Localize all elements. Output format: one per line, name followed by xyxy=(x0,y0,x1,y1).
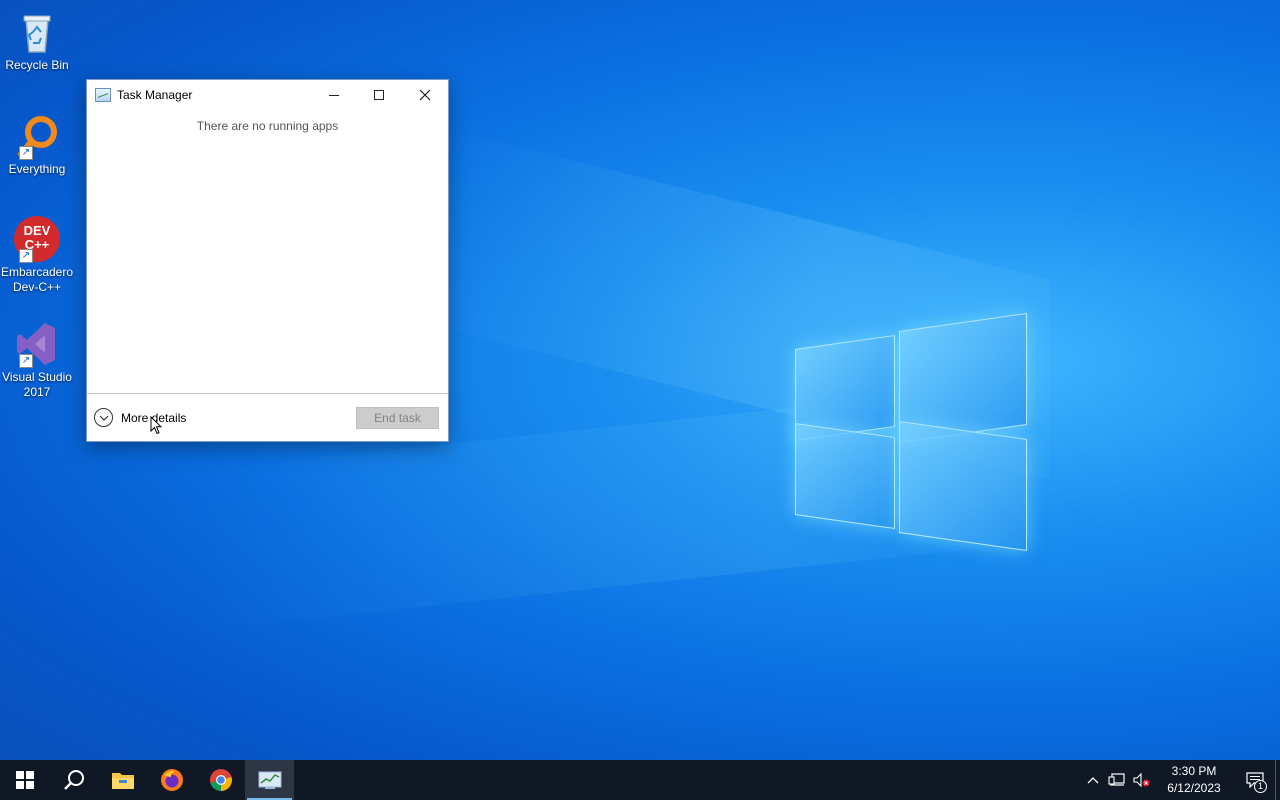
show-hidden-icons-button[interactable] xyxy=(1081,760,1105,800)
file-explorer-button[interactable] xyxy=(98,760,147,800)
taskbar: 3:30 PM 6/12/2023 1 xyxy=(0,760,1280,800)
folder-icon xyxy=(111,773,134,789)
desktop-icon-visual-studio[interactable]: ↗ Visual Studio 2017 xyxy=(0,320,74,400)
windows-start-icon xyxy=(15,771,34,789)
windows-logo-wallpaper xyxy=(795,308,1030,551)
app-list-area: There are no running apps xyxy=(87,110,448,394)
minimize-button[interactable] xyxy=(311,80,357,110)
action-center-button[interactable]: 1 xyxy=(1235,760,1275,800)
volume-muted-icon xyxy=(1133,772,1150,788)
system-tray: 3:30 PM 6/12/2023 1 xyxy=(1081,760,1280,800)
close-icon xyxy=(419,89,431,101)
clock-date: 6/12/2023 xyxy=(1167,781,1221,795)
chevron-down-icon xyxy=(94,408,113,427)
task-manager-icon xyxy=(258,771,281,789)
desktop-icon-everything[interactable]: ↗ Everything xyxy=(0,112,74,177)
window-title: Task Manager xyxy=(117,88,193,102)
shortcut-arrow-icon: ↗ xyxy=(19,354,33,368)
search-icon xyxy=(63,770,84,790)
recycle-bin-icon xyxy=(13,8,61,56)
clock[interactable]: 3:30 PM 6/12/2023 xyxy=(1159,763,1229,797)
task-manager-icon xyxy=(95,88,111,102)
desktop-icon-recycle-bin[interactable]: Recycle Bin xyxy=(0,8,74,73)
network-button[interactable] xyxy=(1105,760,1129,800)
search-button[interactable] xyxy=(49,760,98,800)
volume-button[interactable] xyxy=(1129,760,1153,800)
end-task-button[interactable]: End task xyxy=(356,407,439,429)
close-button[interactable] xyxy=(402,80,448,110)
mouse-cursor-icon xyxy=(150,416,162,435)
desktop-icon-label: Visual Studio 2017 xyxy=(2,370,72,399)
everything-search-icon: ↗ xyxy=(13,112,61,160)
dev-cpp-icon: DEV C++ ↗ xyxy=(13,215,61,263)
shortcut-arrow-icon: ↗ xyxy=(19,249,33,263)
network-icon xyxy=(1108,773,1125,786)
desktop-icon-label: Embarcadero Dev-C++ xyxy=(0,265,74,294)
desktop-icon-dev-cpp[interactable]: DEV C++ ↗ Embarcadero Dev-C++ xyxy=(0,215,74,295)
dev-cpp-icon-text: DEV C++ xyxy=(23,223,51,252)
notification-badge: 1 xyxy=(1254,780,1267,793)
shortcut-arrow-icon: ↗ xyxy=(19,146,33,160)
chevron-up-icon xyxy=(1087,777,1099,784)
visual-studio-icon: ↗ xyxy=(13,320,61,368)
desktop-icon-label: Recycle Bin xyxy=(5,58,69,72)
more-details-button[interactable]: More details xyxy=(94,408,186,427)
task-manager-window[interactable]: Task Manager There are no running apps M… xyxy=(86,79,449,442)
footer-bar: More details End task xyxy=(87,393,448,441)
firefox-button[interactable] xyxy=(147,760,196,800)
title-bar[interactable]: Task Manager xyxy=(87,80,448,110)
firefox-icon xyxy=(160,769,183,791)
chrome-icon xyxy=(209,769,232,791)
minimize-icon xyxy=(329,94,339,96)
task-manager-taskbar-button[interactable] xyxy=(245,760,294,800)
chrome-button[interactable] xyxy=(196,760,245,800)
show-desktop-button[interactable] xyxy=(1275,760,1280,800)
desktop-icon-label: Everything xyxy=(8,162,66,176)
maximize-button[interactable] xyxy=(356,80,402,110)
maximize-icon xyxy=(374,90,384,100)
empty-message: There are no running apps xyxy=(196,119,339,133)
clock-time: 3:30 PM xyxy=(1171,764,1217,778)
start-button[interactable] xyxy=(0,760,49,800)
